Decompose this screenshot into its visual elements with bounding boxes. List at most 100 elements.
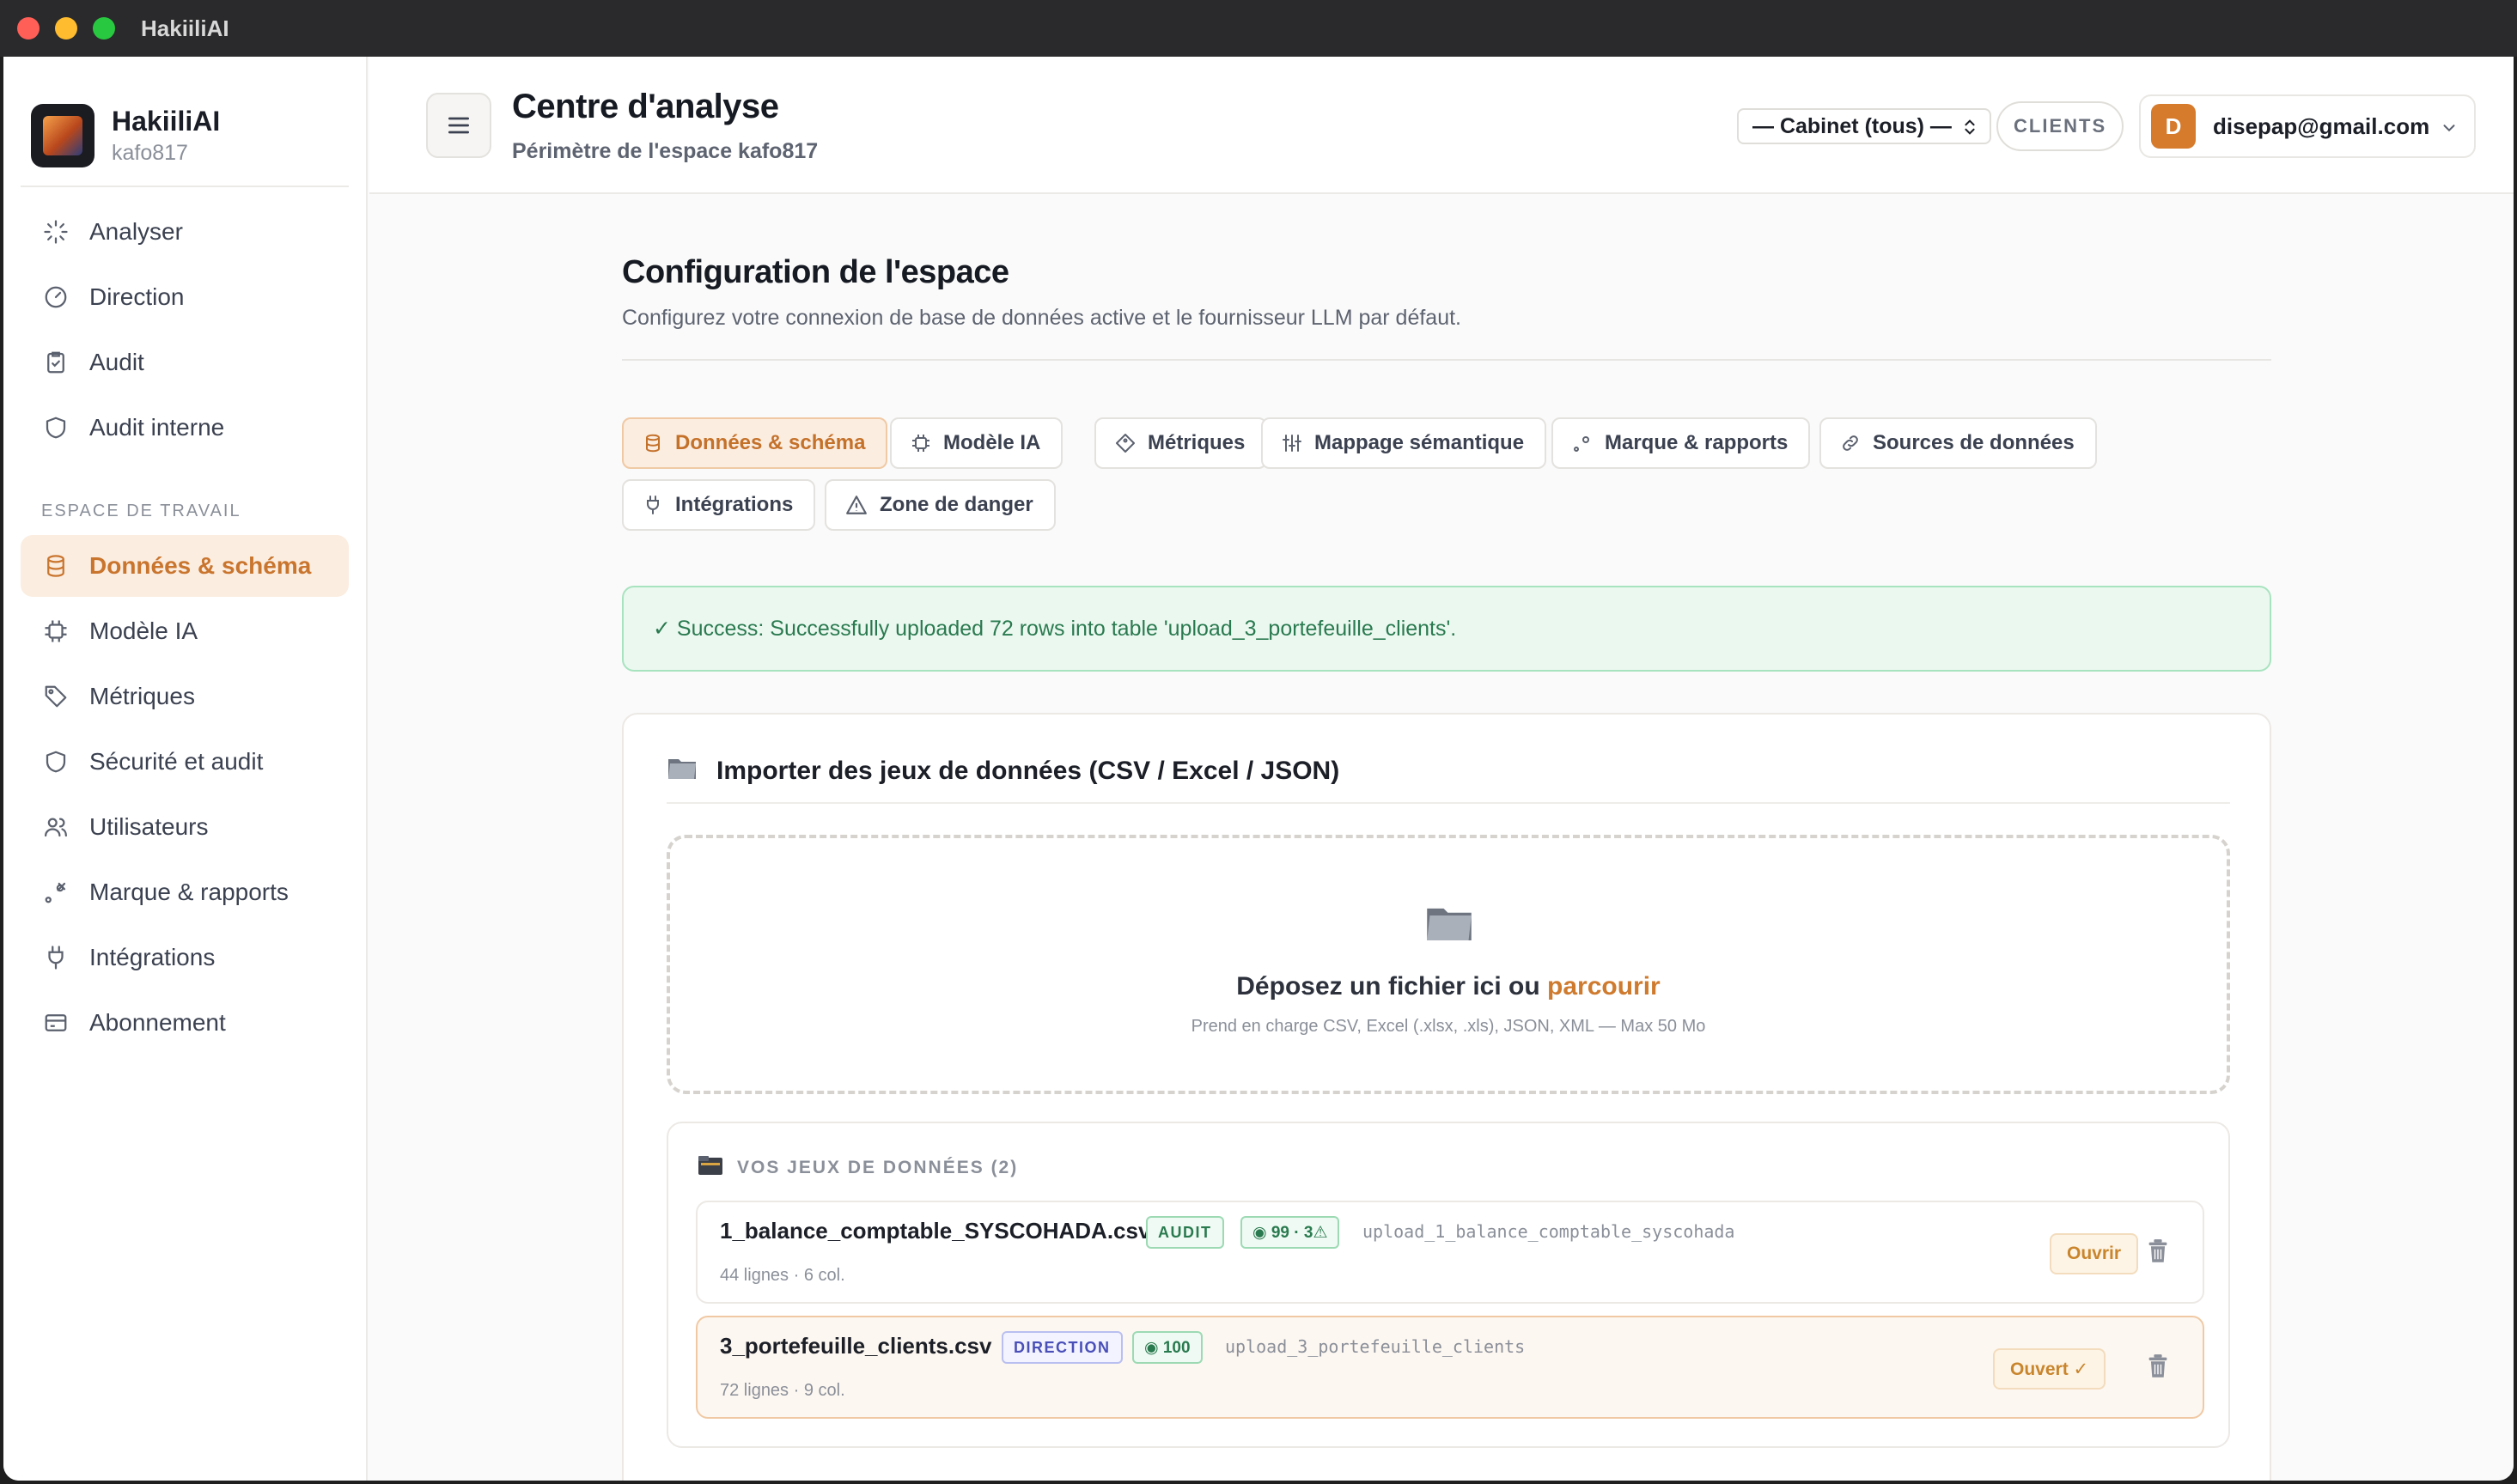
tab-integrations[interactable]: Intégrations (622, 479, 816, 531)
sidebar-item-abonnement[interactable]: Abonnement (21, 992, 349, 1054)
sliders-icon (1282, 433, 1302, 453)
dataset-row[interactable]: 3_portefeuille_clients.csv DIRECTION ◉ 1… (696, 1316, 2204, 1419)
sidebar-item-label: Modèle IA (89, 617, 198, 644)
sidebar-item-label: Données & schéma (89, 552, 312, 579)
window-titlebar: HakiiliAI (0, 0, 2517, 57)
database-icon (643, 433, 663, 453)
tab-label: Marque & rapports (1605, 431, 1789, 454)
sidebar-item-metriques[interactable]: Métriques (21, 666, 349, 727)
browse-link[interactable]: parcourir (1547, 972, 1661, 1000)
file-box-icon (698, 1154, 723, 1182)
main-content: Configuration de l'espace Configurez vot… (369, 196, 2514, 1481)
sidebar-item-integrations[interactable]: Intégrations (21, 927, 349, 988)
avatar: D (2151, 104, 2196, 149)
sidebar-item-direction[interactable]: Direction (21, 266, 349, 328)
sidebar-section-label: ESPACE DE TRAVAIL (41, 502, 241, 520)
sidebar-item-modele-ia[interactable]: Modèle IA (21, 600, 349, 662)
tag-icon (1115, 433, 1136, 453)
tab-label: Données & schéma (675, 431, 866, 454)
dataset-row[interactable]: 1_balance_comptable_SYSCOHADA.csv AUDIT … (696, 1201, 2204, 1304)
file-dropzone[interactable]: Déposez un fichier ici ou parcourir Pren… (667, 835, 2230, 1094)
brush-icon (41, 878, 70, 907)
datasets-label: VOS JEUX DE DONNÉES (2) (698, 1154, 1018, 1182)
close-window-button[interactable] (17, 17, 40, 40)
app-window: HakiiliAI kafo817 Analyser Direction Aud… (3, 57, 2514, 1481)
section-divider (622, 359, 2271, 361)
sidebar-item-utilisateurs[interactable]: Utilisateurs (21, 796, 349, 858)
clipboard-icon (41, 348, 70, 377)
tab-label: Intégrations (675, 493, 794, 516)
tab-sources-donnees[interactable]: Sources de données (1819, 417, 2097, 469)
sidebar-nav: Analyser Direction Audit Audit interne E… (3, 187, 366, 1054)
warning-icon (845, 494, 868, 516)
zoom-window-button[interactable] (93, 17, 115, 40)
sidebar-item-label: Intégrations (89, 944, 216, 970)
database-icon (41, 551, 70, 581)
cabinet-select-value: — Cabinet (tous) — (1752, 113, 1952, 138)
link-icon (1840, 433, 1861, 453)
sidebar-item-label: Sécurité et audit (89, 748, 264, 775)
user-email: disepap@gmail.com (2213, 113, 2430, 139)
plug-icon (643, 495, 663, 515)
hamburger-icon (448, 117, 469, 134)
cabinet-select[interactable]: — Cabinet (tous) — (1737, 108, 1991, 144)
sidebar-item-audit[interactable]: Audit (21, 331, 349, 393)
trash-icon[interactable] (2146, 1353, 2170, 1384)
import-card-header: Importer des jeux de données (CSV / Exce… (667, 754, 1339, 788)
sidebar-item-securite-audit[interactable]: Sécurité et audit (21, 731, 349, 793)
brand-name: HakiiliAI (112, 106, 221, 137)
sidebar-item-label: Marque & rapports (89, 879, 289, 905)
sidebar-item-label: Métriques (89, 683, 195, 709)
sidebar-item-label: Abonnement (89, 1009, 226, 1036)
brand: HakiiliAI kafo817 (3, 57, 366, 186)
user-menu[interactable]: D disepap@gmail.com (2139, 94, 2476, 158)
dataset-meta: 44 lignes · 6 col. (720, 1266, 845, 1285)
dropzone-text: Déposez un fichier ici ou parcourir (670, 972, 2227, 1001)
sidebar-item-donnees-schema[interactable]: Données & schéma (21, 535, 349, 597)
section-title: Configuration de l'espace (622, 254, 1009, 290)
shield-icon (41, 747, 70, 776)
tag-icon (41, 682, 70, 711)
trash-icon[interactable] (2146, 1238, 2170, 1268)
top-header: Centre d'analyse Périmètre de l'espace k… (369, 57, 2514, 194)
dataset-tag: AUDIT (1146, 1216, 1224, 1249)
tab-zone-danger[interactable]: Zone de danger (825, 479, 1056, 531)
tab-mappage-semantique[interactable]: Mappage sémantique (1261, 417, 1547, 469)
tab-metriques[interactable]: Métriques (1094, 417, 1268, 469)
clients-button[interactable]: CLIENTS (1996, 101, 2124, 151)
select-arrows-icon (1965, 119, 1975, 135)
import-card-divider (667, 802, 2230, 804)
shield-icon (41, 413, 70, 442)
opened-dataset-button[interactable]: Ouvert ✓ (1993, 1348, 2106, 1390)
menu-toggle-button[interactable] (426, 93, 491, 158)
open-dataset-button[interactable]: Ouvrir (2050, 1233, 2139, 1274)
sidebar-item-analyser[interactable]: Analyser (21, 201, 349, 263)
gauge-icon (41, 283, 70, 312)
tab-marque-rapports[interactable]: Marque & rapports (1551, 417, 1811, 469)
sidebar: HakiiliAI kafo817 Analyser Direction Aud… (3, 57, 368, 1481)
page-subtitle: Périmètre de l'espace kafo817 (512, 139, 819, 163)
tab-label: Métriques (1148, 431, 1246, 454)
dataset-quality-score: ◉ 100 (1132, 1331, 1203, 1364)
tab-donnees-schema[interactable]: Données & schéma (622, 417, 888, 469)
import-card-title: Importer des jeux de données (CSV / Exce… (716, 757, 1340, 785)
sidebar-item-audit-interne[interactable]: Audit interne (21, 397, 349, 459)
tab-label: Modèle IA (943, 431, 1041, 454)
minimize-window-button[interactable] (55, 17, 77, 40)
dropzone-label: Déposez un fichier ici ou (1236, 972, 1540, 1000)
sidebar-item-label: Audit (89, 349, 144, 375)
import-card: Importer des jeux de données (CSV / Exce… (622, 713, 2271, 1481)
dataset-quality-score: ◉ 99 · 3⚠ (1240, 1216, 1340, 1249)
dataset-tag: DIRECTION (1002, 1331, 1123, 1364)
sparkle-icon (41, 217, 70, 246)
dataset-name: 3_portefeuille_clients.csv (720, 1333, 992, 1359)
chip-icon (41, 617, 70, 646)
success-alert: ✓ Success: Successfully uploaded 72 rows… (622, 586, 2271, 672)
sidebar-item-label: Utilisateurs (89, 813, 209, 840)
dropzone-hint: Prend en charge CSV, Excel (.xlsx, .xls)… (1191, 1017, 1706, 1036)
section-subtitle: Configurez votre connexion de base de do… (622, 306, 1462, 330)
sidebar-item-label: Direction (89, 283, 185, 310)
window-controls (17, 17, 115, 40)
sidebar-item-marque-rapports[interactable]: Marque & rapports (21, 861, 349, 923)
tab-modele-ia[interactable]: Modèle IA (890, 417, 1063, 469)
